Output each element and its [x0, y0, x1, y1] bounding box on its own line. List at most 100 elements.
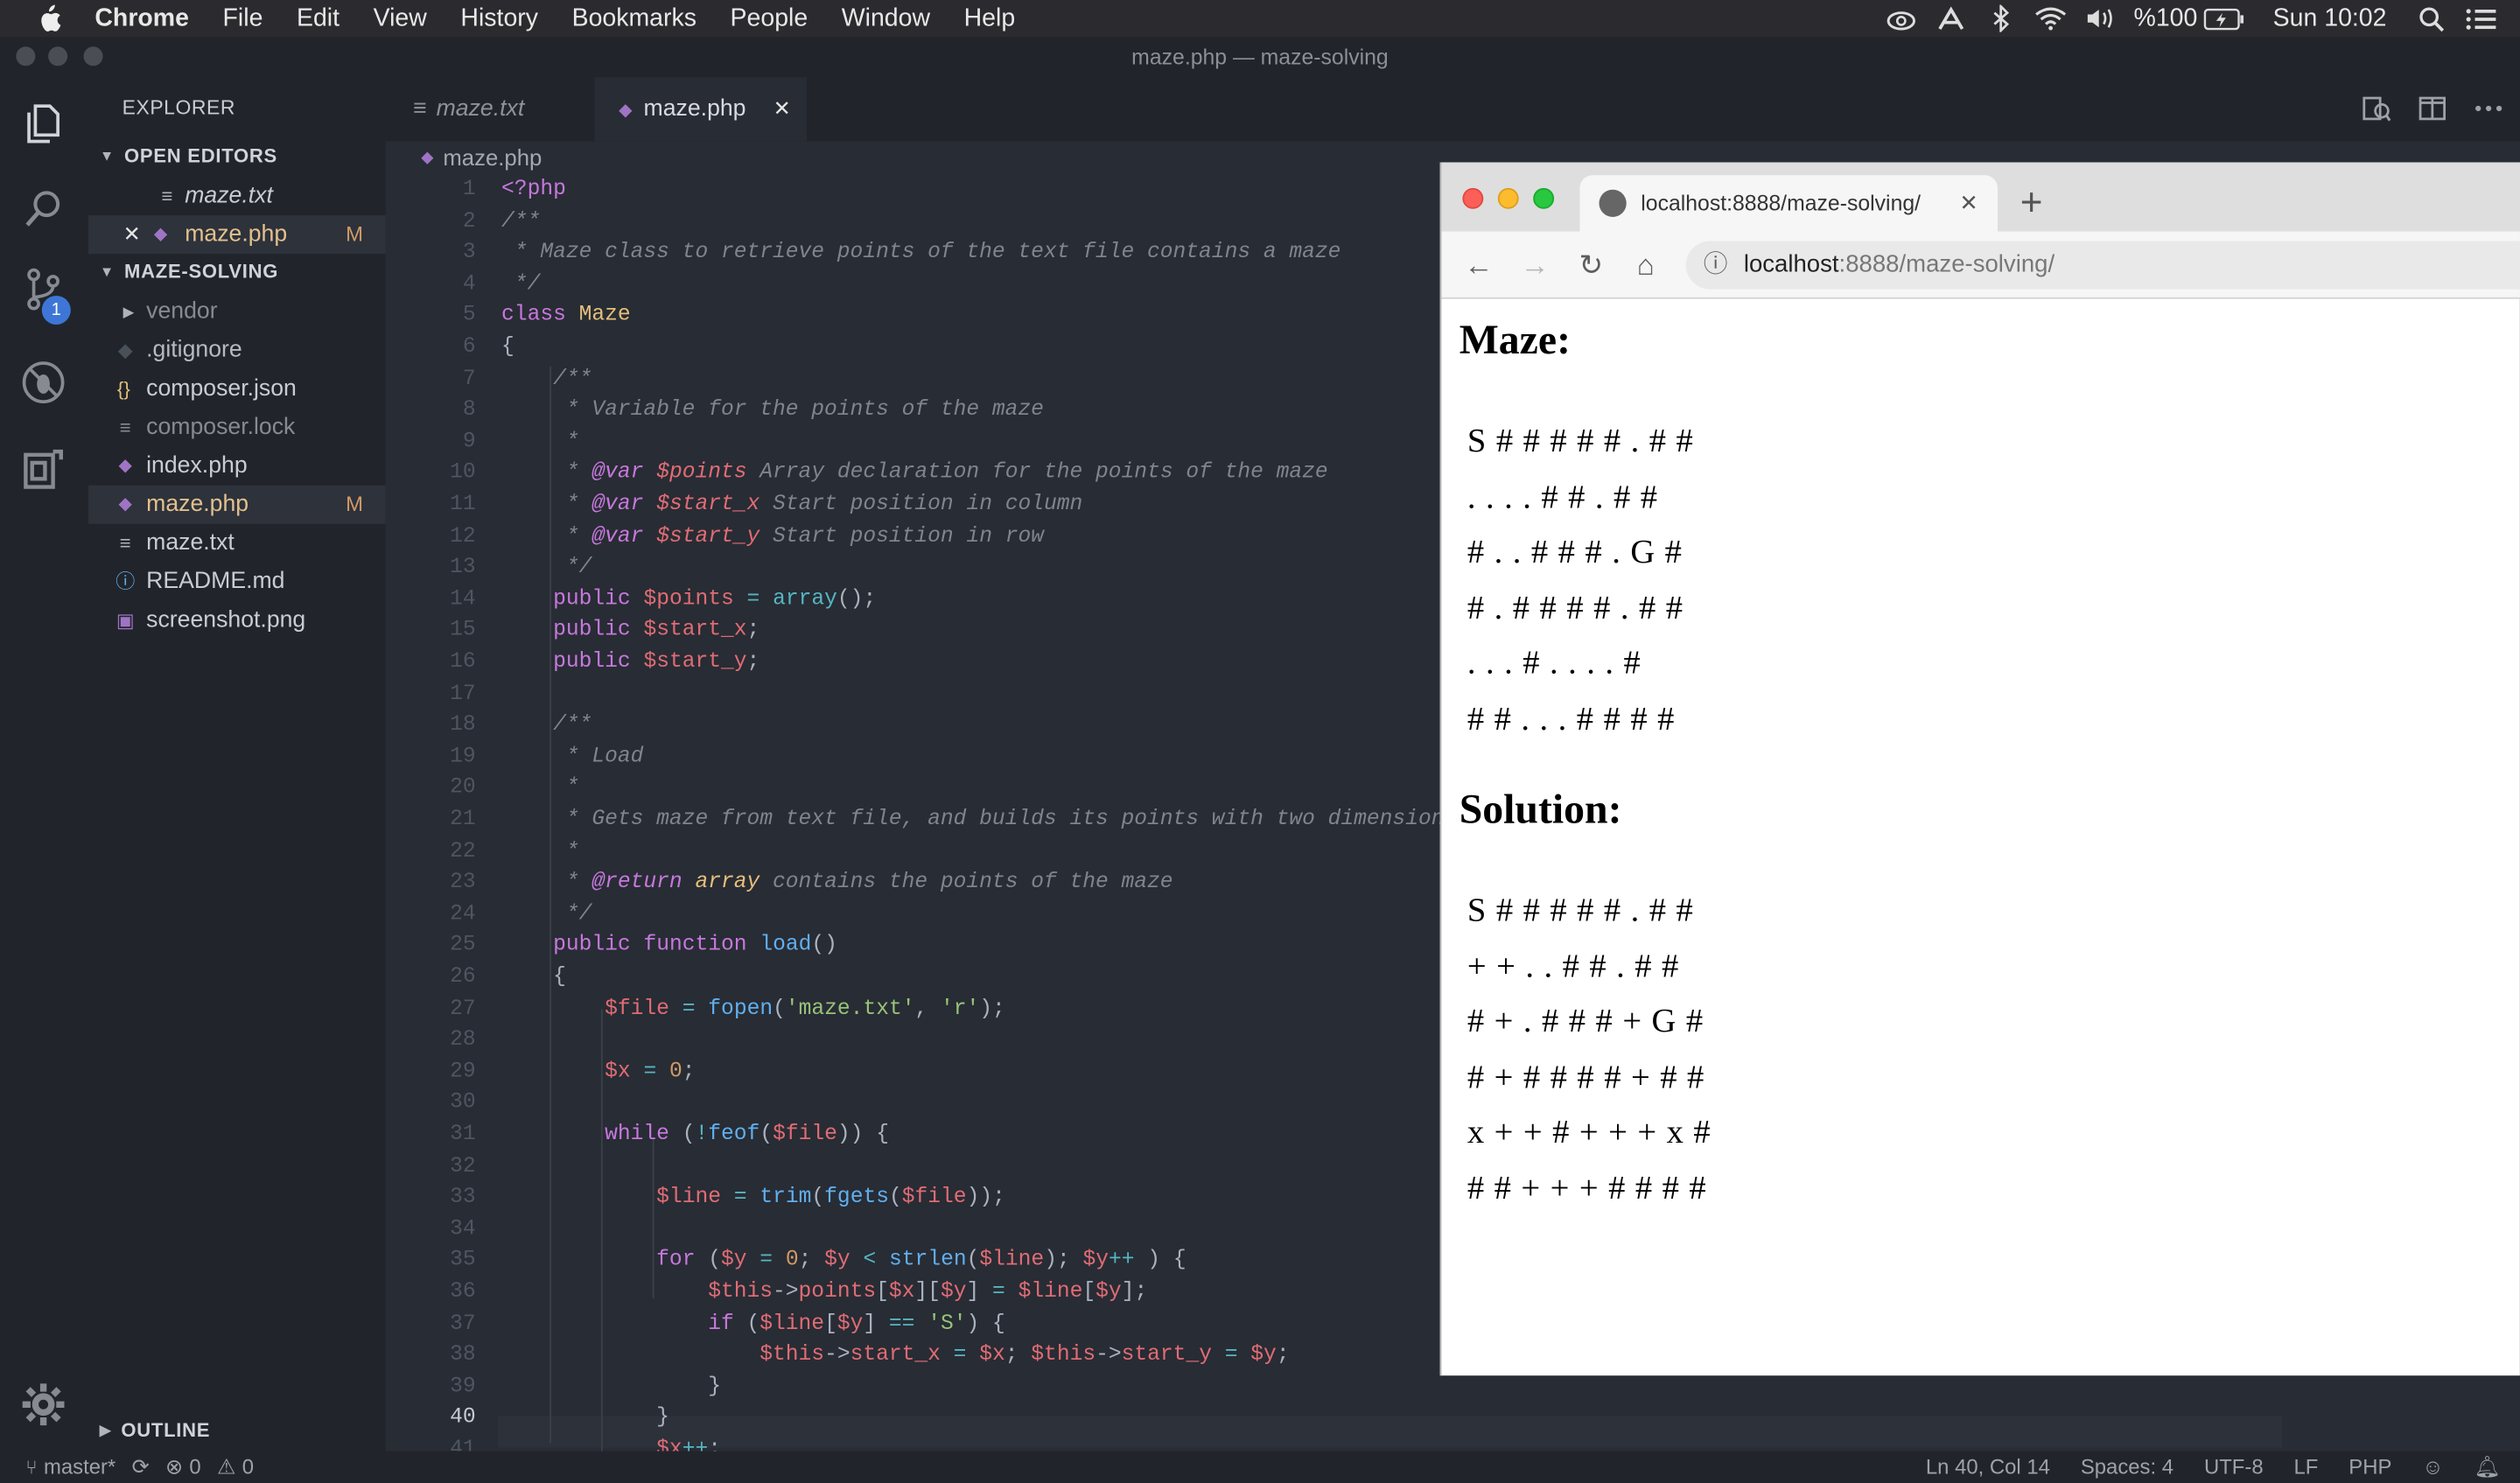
code-line[interactable]: $line = trim(fgets($file));: [501, 1183, 1005, 1215]
code-line[interactable]: {: [501, 962, 566, 995]
extensions-icon[interactable]: [21, 447, 66, 492]
apple-icon[interactable]: [34, 3, 63, 33]
notifications-bell-icon[interactable]: 🔔︎: [2474, 1452, 2501, 1483]
volume-icon[interactable]: [2084, 4, 2117, 33]
code-line[interactable]: public function load(): [501, 931, 837, 963]
code-line[interactable]: $x = 0;: [501, 1057, 695, 1089]
open-editor-maze-txt[interactable]: ≡ maze.txt: [88, 177, 386, 215]
menu-file[interactable]: File: [223, 4, 263, 33]
code-line[interactable]: * Load: [501, 742, 644, 774]
file-composer-json[interactable]: {} composer.json: [88, 369, 386, 408]
error-count[interactable]: 0: [189, 1452, 200, 1483]
code-line[interactable]: $this->start_x = $x; $this->start_y = $y…: [501, 1340, 1289, 1373]
menu-history[interactable]: History: [460, 4, 538, 33]
browser-close-button[interactable]: [1462, 187, 1484, 209]
close-icon[interactable]: ✕: [1959, 175, 1978, 231]
code-line[interactable]: $file = fopen('maze.txt', 'r');: [501, 994, 1005, 1026]
code-line[interactable]: <?php: [501, 175, 566, 207]
code-line[interactable]: }: [501, 1403, 669, 1436]
outline-section[interactable]: ▶ OUTLINE: [100, 1419, 210, 1442]
code-line[interactable]: for ($y = 0; $y < strlen($line); $y++ ) …: [501, 1246, 1186, 1278]
code-line[interactable]: * Gets maze from text file, and builds i…: [501, 805, 1457, 837]
folder-section[interactable]: ▼ MAZE-SOLVING: [100, 261, 278, 283]
acrobat-icon[interactable]: [1935, 4, 1967, 33]
menu-bookmarks[interactable]: Bookmarks: [572, 4, 696, 33]
more-actions-icon[interactable]: [2474, 94, 2504, 124]
code-line[interactable]: /**: [501, 710, 592, 743]
file-readme[interactable]: ⓘ README.md: [88, 563, 386, 601]
split-editor-icon[interactable]: [2417, 94, 2447, 124]
cursor-position[interactable]: Ln 40, Col 14: [1926, 1452, 2050, 1483]
feedback-smiley-icon[interactable]: ☺: [2422, 1452, 2443, 1483]
code-line[interactable]: }: [501, 1372, 721, 1404]
code-line[interactable]: /**: [501, 364, 592, 396]
file-screenshot-png[interactable]: ▣ screenshot.png: [88, 601, 386, 640]
file-index-php[interactable]: ◆ index.php: [88, 447, 386, 486]
code-line[interactable]: * @return array contains the points of t…: [501, 868, 1173, 900]
menu-view[interactable]: View: [374, 4, 427, 33]
forward-arrow-icon[interactable]: →: [1519, 249, 1551, 282]
git-branch[interactable]: master*: [44, 1452, 116, 1483]
explorer-icon[interactable]: [21, 100, 66, 144]
code-line[interactable]: while (!feof($file)) {: [501, 1120, 889, 1152]
code-line[interactable]: * Maze class to retrieve points of the t…: [501, 238, 1341, 270]
code-line[interactable]: $this->points[$x][$y] = $line[$y];: [501, 1277, 1147, 1310]
file-composer-lock[interactable]: ≡ composer.lock: [88, 409, 386, 447]
window-close-button[interactable]: [16, 46, 36, 66]
code-line[interactable]: {: [501, 332, 514, 365]
window-minimize-button[interactable]: [48, 46, 68, 66]
browser-zoom-button[interactable]: [1533, 187, 1555, 209]
browser-tab[interactable]: localhost:8888/maze-solving/ ✕: [1579, 175, 1998, 232]
battery-icon[interactable]: [2204, 4, 2246, 33]
menu-people[interactable]: People: [731, 4, 808, 33]
code-line[interactable]: public $start_y;: [501, 647, 760, 680]
code-line[interactable]: * @var $start_x Start position in column: [501, 490, 1082, 522]
file-vendor[interactable]: ▶ vendor: [88, 292, 386, 331]
sync-icon[interactable]: ⟳: [132, 1452, 150, 1483]
window-zoom-button[interactable]: [83, 46, 103, 66]
notification-center-icon[interactable]: [2465, 4, 2497, 33]
browser-minimize-button[interactable]: [1497, 187, 1519, 209]
close-icon[interactable]: ✕: [121, 215, 144, 254]
code-line[interactable]: * @var $start_y Start position in row: [501, 521, 1044, 554]
menu-edit[interactable]: Edit: [297, 4, 340, 33]
wifi-icon[interactable]: [2034, 4, 2067, 33]
code-line[interactable]: *: [501, 773, 579, 806]
search-icon[interactable]: [21, 186, 66, 231]
code-line[interactable]: * @var $points Array declaration for the…: [501, 458, 1328, 491]
encoding[interactable]: UTF-8: [2204, 1452, 2264, 1483]
code-line[interactable]: *: [501, 427, 579, 459]
breadcrumb-file[interactable]: maze.php: [443, 144, 542, 170]
end-of-line[interactable]: LF: [2294, 1452, 2319, 1483]
breadcrumb[interactable]: ◆ maze.php: [421, 144, 542, 170]
file-gitignore[interactable]: ◆ .gitignore: [88, 331, 386, 369]
compare-icon[interactable]: [2361, 94, 2391, 124]
code-line[interactable]: class Maze: [501, 301, 631, 333]
close-icon[interactable]: ✕: [774, 77, 791, 141]
file-maze-php[interactable]: ◆ maze.php M: [88, 485, 386, 524]
home-icon[interactable]: ⌂: [1629, 249, 1662, 282]
tab-maze-txt[interactable]: ≡ maze.txt: [386, 77, 595, 141]
address-bar[interactable]: ⓘ localhost:8888/maze-solving/: [1685, 241, 2520, 290]
clock[interactable]: Sun 10:02: [2273, 4, 2387, 33]
open-editors-section[interactable]: ▼ OPEN EDITORS: [100, 144, 277, 167]
battery-percent[interactable]: %100: [2134, 4, 2198, 33]
spotlight-search-icon[interactable]: [2416, 4, 2448, 33]
code-line[interactable]: if ($line[$y] == 'S') {: [501, 1309, 1005, 1341]
code-line[interactable]: /**: [501, 206, 540, 239]
code-line[interactable]: *: [501, 836, 579, 869]
indentation[interactable]: Spaces: 4: [2081, 1452, 2174, 1483]
code-line[interactable]: */: [501, 553, 592, 585]
language-mode[interactable]: PHP: [2348, 1452, 2391, 1483]
open-editor-maze-php[interactable]: ✕ ◆ maze.php M: [88, 215, 386, 255]
code-line[interactable]: public $points = array();: [501, 584, 876, 617]
reload-icon[interactable]: ↻: [1575, 249, 1607, 282]
tab-maze-php[interactable]: ◆ maze.php ✕: [594, 77, 808, 142]
code-line[interactable]: */: [501, 269, 541, 302]
code-line[interactable]: $x++;: [501, 1435, 721, 1452]
code-line[interactable]: * Variable for the points of the maze: [501, 395, 1044, 428]
creative-cloud-icon[interactable]: [1885, 4, 1917, 33]
settings-gear-icon[interactable]: [21, 1382, 66, 1427]
file-maze-txt[interactable]: ≡ maze.txt: [88, 524, 386, 563]
code-line[interactable]: */: [501, 899, 592, 932]
